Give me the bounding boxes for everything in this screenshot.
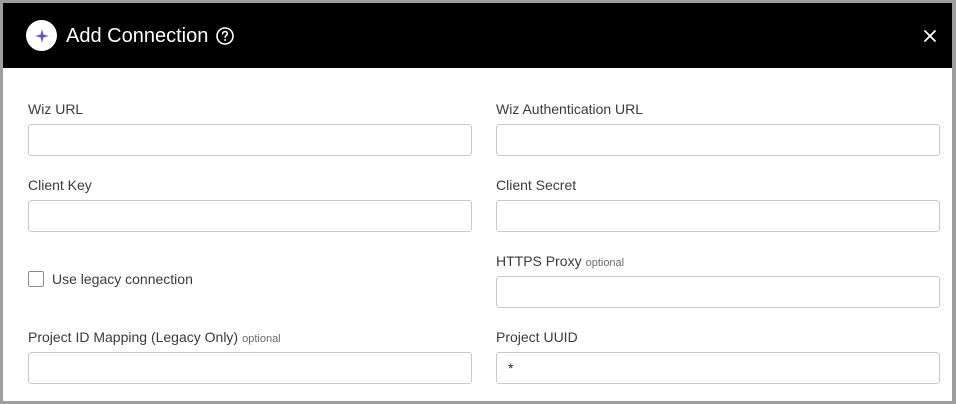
close-icon bbox=[924, 30, 936, 42]
client-secret-input[interactable] bbox=[496, 200, 940, 232]
close-button[interactable] bbox=[920, 26, 940, 46]
wiz-auth-url-label: Wiz Authentication URL bbox=[496, 101, 644, 117]
add-connection-dialog: Add Connection Wiz URL Wiz Authenticatio… bbox=[3, 3, 952, 401]
optional-tag: optional bbox=[242, 333, 281, 345]
client-key-label: Client Key bbox=[28, 177, 92, 193]
project-id-mapping-label: Project ID Mapping (Legacy Only) optional bbox=[28, 328, 281, 348]
https-proxy-label-text: HTTPS Proxy bbox=[496, 253, 582, 269]
optional-tag: optional bbox=[585, 257, 625, 269]
legacy-connection-row: Use legacy connection bbox=[28, 271, 193, 287]
help-circle-icon[interactable] bbox=[215, 26, 235, 46]
https-proxy-input[interactable] bbox=[496, 276, 940, 308]
client-secret-label: Client Secret bbox=[496, 177, 577, 193]
https-proxy-label: HTTPS Proxy optional bbox=[496, 252, 624, 272]
wiz-auth-url-input[interactable] bbox=[496, 124, 940, 156]
wiz-url-input[interactable] bbox=[28, 124, 472, 156]
legacy-connection-label[interactable]: Use legacy connection bbox=[52, 271, 193, 287]
dialog-title: Add Connection bbox=[66, 25, 209, 47]
dialog-header: Add Connection bbox=[3, 3, 952, 68]
wiz-url-label: Wiz URL bbox=[28, 101, 84, 117]
project-uuid-label: Project UUID bbox=[496, 329, 578, 345]
client-key-input[interactable] bbox=[28, 200, 472, 232]
legacy-connection-checkbox[interactable] bbox=[28, 271, 44, 287]
project-id-mapping-input[interactable] bbox=[28, 352, 472, 384]
project-id-mapping-label-text: Project ID Mapping (Legacy Only) bbox=[28, 329, 239, 345]
sparkle-icon bbox=[26, 20, 57, 51]
project-uuid-input[interactable] bbox=[496, 352, 940, 384]
